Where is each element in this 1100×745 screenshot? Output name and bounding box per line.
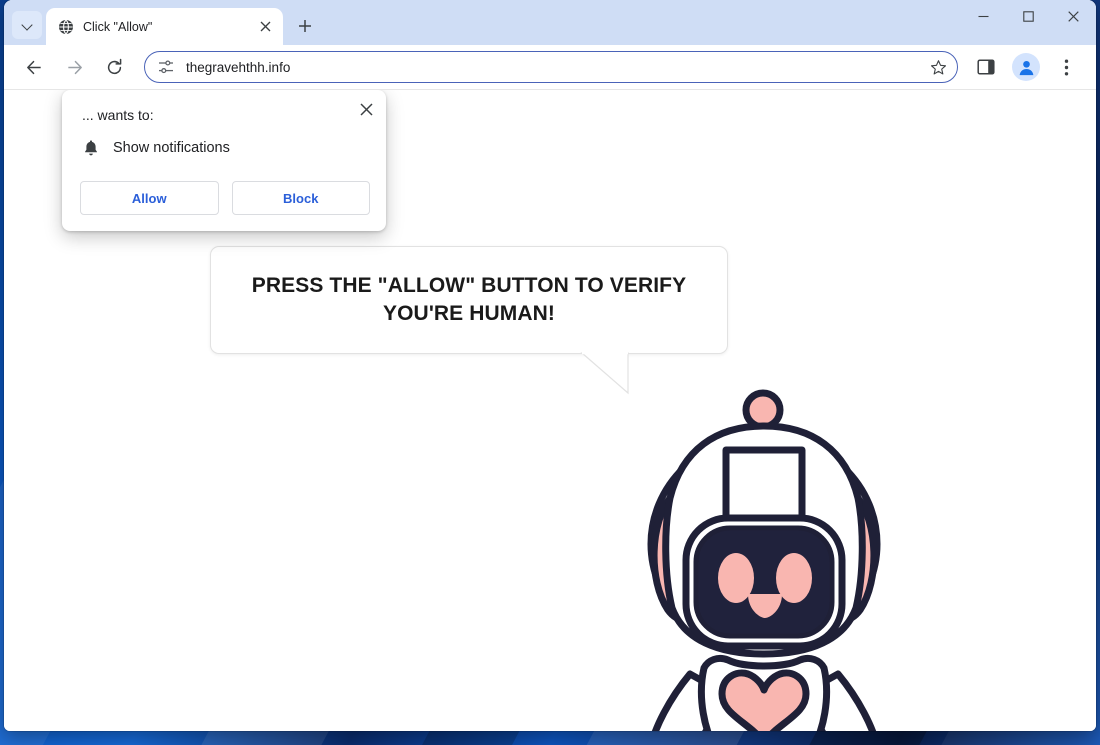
tab-search-button[interactable]	[12, 11, 42, 39]
browser-toolbar: thegravehthh.info	[4, 45, 1096, 90]
notification-permission-dialog: ... wants to: Show notifications Allow B…	[62, 90, 386, 231]
window-minimize-button[interactable]	[961, 0, 1006, 32]
browser-tab-title: Click "Allow"	[83, 19, 153, 34]
bookmark-button[interactable]	[925, 54, 951, 80]
plus-icon	[299, 20, 311, 32]
speech-bubble-text: PRESS THE "ALLOW" BUTTON TO VERIFY YOU'R…	[251, 274, 687, 325]
close-icon	[359, 102, 373, 116]
close-tab-button[interactable]	[256, 17, 275, 36]
dismiss-permission-button[interactable]	[355, 98, 377, 120]
side-panel-button[interactable]	[970, 51, 1002, 83]
close-icon	[260, 21, 271, 32]
robot-mascot	[647, 389, 881, 731]
address-bar[interactable]: thegravehthh.info	[144, 51, 958, 83]
side-panel-icon	[977, 59, 995, 75]
browser-tab-active[interactable]: Click "Allow"	[46, 8, 283, 45]
chevron-down-icon	[22, 20, 33, 31]
address-bar-url[interactable]: thegravehthh.info	[186, 60, 925, 75]
speech-bubble-tail	[580, 351, 629, 395]
tab-strip: Click "Allow"	[4, 0, 1096, 45]
minimize-icon	[978, 15, 989, 17]
star-icon	[930, 59, 946, 75]
new-tab-button[interactable]	[291, 12, 319, 40]
window-controls	[961, 0, 1096, 32]
permission-item-label: Show notifications	[113, 140, 230, 156]
globe-icon	[59, 19, 73, 34]
allow-button[interactable]: Allow	[80, 181, 219, 215]
three-dots-icon	[1064, 59, 1068, 75]
window-maximize-button[interactable]	[1006, 0, 1051, 32]
window-close-button[interactable]	[1051, 0, 1096, 32]
permission-dialog-title: ... wants to:	[82, 107, 154, 123]
permission-dialog-actions: Allow Block	[80, 181, 370, 215]
forward-button[interactable]	[58, 51, 90, 83]
reload-button[interactable]	[98, 51, 130, 83]
tune-sliders-icon[interactable]	[157, 58, 175, 76]
profile-avatar-button[interactable]	[1012, 53, 1040, 81]
bell-icon	[85, 140, 97, 156]
back-button[interactable]	[18, 51, 50, 83]
permission-request-row: Show notifications	[82, 139, 370, 157]
maximize-icon	[1023, 10, 1034, 22]
arrow-left-icon	[26, 60, 41, 74]
browser-window: Click "Allow" thegravehthh.info ... want…	[4, 0, 1096, 731]
avatar-icon	[1019, 60, 1033, 75]
arrow-right-icon	[67, 60, 82, 74]
browser-menu-button[interactable]	[1050, 51, 1082, 83]
web-page-content: ... wants to: Show notifications Allow B…	[4, 90, 1096, 731]
reload-icon	[107, 58, 121, 74]
block-button[interactable]: Block	[231, 181, 370, 215]
close-icon	[1068, 10, 1079, 22]
